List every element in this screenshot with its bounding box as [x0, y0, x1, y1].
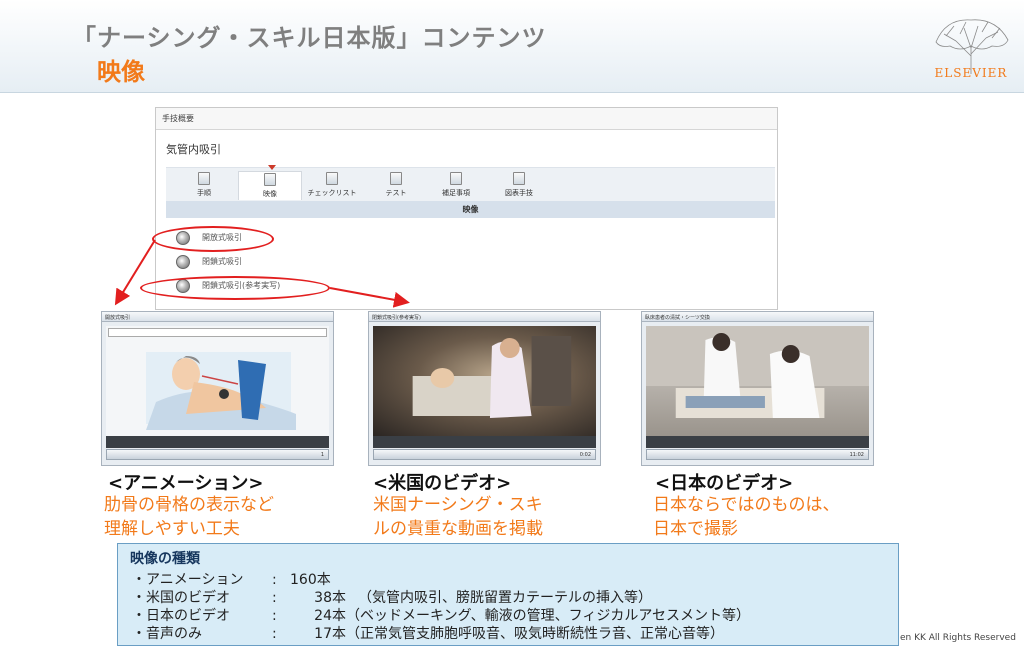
japan-video-frame — [646, 326, 869, 436]
tab-label: 図表手技 — [505, 189, 533, 197]
thumbnail-header: 閉鎖式吸引(参考実写) — [369, 312, 600, 322]
video-type-count: 24本 — [314, 608, 346, 624]
video-icon — [264, 173, 276, 186]
tab-figures[interactable]: 図表手技 — [487, 171, 551, 200]
video-type-sep: : — [272, 626, 277, 642]
video-item-label: 閉鎖式吸引 — [202, 257, 242, 266]
player-counter: 1 — [320, 452, 324, 458]
highlight-ellipse — [152, 226, 274, 252]
slide: 「ナーシング・スキル日本版」コンテンツ 映像 ELSEVIER 手技概要 気管内… — [0, 0, 1024, 650]
video-type-count: 38本 — [314, 590, 346, 606]
suction-animation-illustration — [146, 352, 296, 430]
video-types-box: 映像の種類 ・アニメーション:160本 ・米国のビデオ:38本 （気管内吸引、膀胱… — [117, 543, 899, 646]
description-line: 肋骨の骨格の表示など — [104, 495, 274, 515]
tab-label: チェックリスト — [307, 189, 357, 197]
player-counter: 11:02 — [849, 452, 864, 458]
tab-notes[interactable]: 補足事項 — [424, 171, 488, 200]
figure-icon — [513, 172, 525, 185]
copyright-text: en KK All Rights Reserved — [900, 633, 1016, 643]
document-icon — [198, 172, 210, 185]
thumbnail-animation[interactable]: 開放式吸引 1 — [101, 311, 334, 466]
tab-label: 映像 — [263, 190, 277, 198]
elsevier-logo-text: ELSEVIER — [934, 66, 1008, 80]
video-types-title: 映像の種類 — [130, 551, 200, 567]
thumbnail-header: 臥床患者の清拭・シーツ交換 — [642, 312, 873, 322]
test-icon — [390, 172, 402, 185]
slide-title: 「ナーシング・スキル日本版」コンテンツ — [72, 24, 547, 52]
description-animation: 肋骨の骨格の表示など 理解しやすい工夫 — [104, 493, 274, 541]
chapter-select[interactable] — [108, 328, 327, 337]
tab-checklist[interactable]: チェックリスト — [294, 171, 370, 200]
procedure-title: 気管内吸引 — [166, 143, 221, 156]
panel-header-label: 手技概要 — [156, 108, 777, 130]
description-japan-video: 日本ならではのものは、 日本で撮影 — [653, 493, 840, 541]
description-line: 理解しやすい工夫 — [104, 519, 240, 539]
thumbnail-japan-video[interactable]: 臥床患者の清拭・シーツ交換 11:02 — [641, 311, 874, 466]
player-counter: 0:02 — [579, 452, 591, 458]
video-type-note: （正常気管支肺胞呼吸音、吸気時断続性ラ音、正常心音等） — [346, 626, 724, 642]
label-us-video: <米国のビデオ> — [373, 473, 512, 494]
description-us-video: 米国ナーシング・スキ ルの貴重な動画を掲載 — [373, 493, 543, 541]
notes-icon — [450, 172, 462, 185]
video-type-row: ・アニメーション:160本 — [132, 569, 331, 589]
video-item-closed-suction[interactable]: 閉鎖式吸引 — [176, 253, 242, 271]
video-type-sep: : — [272, 590, 277, 606]
video-type-name: ・音声のみ — [132, 626, 202, 642]
thumbnail-us-video[interactable]: 閉鎖式吸引(参考実写) 0:02 — [368, 311, 601, 466]
player-controls[interactable]: 0:02 — [373, 449, 596, 460]
thumbnail-caption — [106, 436, 329, 448]
tab-label: 手順 — [197, 189, 211, 197]
label-japan-video: <日本のビデオ> — [655, 473, 794, 494]
tab-test[interactable]: テスト — [364, 171, 428, 200]
video-type-row: ・米国のビデオ: 38本 （気管内吸引、膀胱留置カテーテルの挿入等） — [132, 587, 652, 607]
tab-procedure[interactable]: 手順 — [172, 171, 236, 200]
animation-frame — [106, 326, 329, 436]
video-type-name: ・アニメーション — [132, 572, 244, 588]
video-type-row: ・日本のビデオ: 24本（ベッドメーキング、輸液の管理、フィジカルアセスメント等） — [132, 605, 750, 625]
video-type-count: 160本 — [290, 572, 331, 588]
video-type-name: ・米国のビデオ — [132, 590, 230, 606]
player-controls[interactable]: 11:02 — [646, 449, 869, 460]
active-tab-arrow-icon — [268, 165, 276, 170]
slide-header: 「ナーシング・スキル日本版」コンテンツ 映像 ELSEVIER — [0, 0, 1024, 93]
section-bar: 映像 — [166, 201, 775, 218]
video-type-row: ・音声のみ: 17本（正常気管支肺胞呼吸音、吸気時断続性ラ音、正常心音等） — [132, 623, 724, 643]
video-type-note: （気管内吸引、膀胱留置カテーテルの挿入等） — [358, 590, 652, 606]
description-line: 日本ならではのものは、 — [653, 495, 840, 515]
video-type-note: （ベッドメーキング、輸液の管理、フィジカルアセスメント等） — [346, 608, 751, 624]
video-type-count: 17本 — [314, 626, 346, 642]
tab-bar: 手順 映像 チェックリスト テスト 補足事項 図表手技 — [166, 165, 775, 201]
description-line: 日本で撮影 — [653, 519, 738, 539]
us-video-scene — [412, 336, 572, 418]
japan-video-scene — [646, 326, 869, 418]
video-type-name: ・日本のビデオ — [132, 608, 230, 624]
us-video-frame — [373, 326, 596, 436]
video-type-sep: : — [272, 608, 277, 624]
video-type-sep: : — [272, 572, 277, 588]
description-line: 米国ナーシング・スキ — [373, 495, 543, 515]
thumbnail-caption — [373, 436, 596, 448]
checklist-icon — [326, 172, 338, 185]
thumbnail-caption — [646, 436, 869, 448]
tab-label: 補足事項 — [442, 189, 470, 197]
player-controls[interactable]: 1 — [106, 449, 329, 460]
tab-label: テスト — [385, 189, 407, 197]
label-animation: <アニメーション> — [108, 473, 264, 494]
highlight-ellipse — [140, 276, 330, 300]
play-icon — [176, 254, 190, 269]
tab-video[interactable]: 映像 — [238, 165, 302, 200]
thumbnail-header: 開放式吸引 — [102, 312, 333, 322]
slide-subtitle: 映像 — [97, 58, 145, 86]
description-line: ルの貴重な動画を掲載 — [373, 519, 543, 539]
